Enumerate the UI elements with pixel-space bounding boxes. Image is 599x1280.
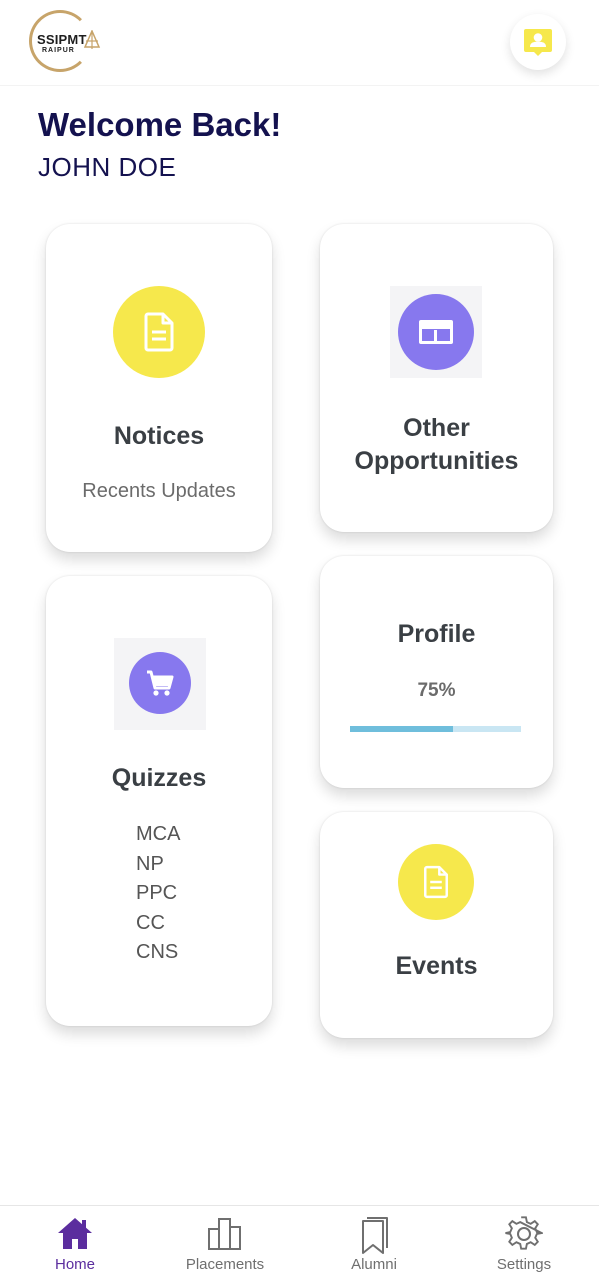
nav-item-placements[interactable]: Placements [150, 1206, 300, 1280]
quizzes-card[interactable]: Quizzes MCA NP PPC CC CNS [46, 576, 272, 1026]
nav-item-settings[interactable]: Settings [449, 1206, 599, 1280]
notices-icon-circle [113, 286, 205, 378]
opportunities-card[interactable]: Other Opportunities [320, 224, 553, 532]
nav-item-home[interactable]: Home [0, 1206, 150, 1280]
notices-card[interactable]: Notices Recents Updates [46, 224, 272, 552]
college-logo: SSIPMT RAIPUR [29, 10, 101, 72]
user-name: JOHN DOE [38, 152, 177, 182]
logo-city: RAIPUR [42, 47, 75, 54]
opportunities-title-line1: Other [403, 414, 470, 442]
quizzes-title: Quizzes [111, 764, 207, 792]
document-icon [144, 312, 174, 352]
nav-label-home: Home [54, 1256, 95, 1273]
welcome-heading: Welcome Back! [38, 106, 282, 143]
nav-label-settings: Settings [496, 1256, 552, 1273]
layout-grid-icon [419, 320, 453, 344]
events-title: Events [395, 952, 478, 980]
opportunities-title-line2: Opportunities [354, 447, 519, 475]
quizzes-icon-circle [129, 652, 191, 714]
shopping-cart-icon [147, 670, 174, 696]
gear-icon [505, 1216, 543, 1250]
profile-completion-label: 75% [417, 680, 456, 701]
quiz-item[interactable]: MCA [136, 820, 180, 850]
profile-card[interactable]: Profile 75% [320, 556, 553, 788]
document-icon [424, 865, 448, 899]
bookmark-icon [362, 1217, 388, 1254]
home-icon [58, 1218, 92, 1249]
profile-progress-bar [350, 726, 521, 732]
events-card[interactable]: Events [320, 812, 553, 1038]
profile-progress-fill [350, 726, 453, 732]
quiz-item[interactable]: CNS [136, 938, 180, 968]
quiz-item[interactable]: NP [136, 850, 180, 880]
bottom-navigation: Home Placements Alumni Settings [0, 1205, 599, 1280]
notices-title: Notices [113, 422, 205, 450]
quiz-item[interactable]: CC [136, 909, 180, 939]
top-app-bar: SSIPMT RAIPUR [0, 0, 599, 86]
contact-button[interactable] [510, 14, 566, 70]
quiz-item[interactable]: PPC [136, 879, 180, 909]
opportunities-icon-circle [398, 294, 474, 370]
logo-emblem-icon [83, 30, 101, 49]
quiz-list: MCA NP PPC CC CNS [136, 820, 180, 968]
profile-title: Profile [397, 620, 476, 648]
contact-card-icon [524, 29, 552, 56]
bar-chart-icon [208, 1218, 241, 1250]
opportunities-title: Other Opportunities [320, 412, 553, 478]
nav-label-alumni: Alumni [351, 1256, 397, 1273]
nav-label-placements: Placements [185, 1256, 265, 1273]
events-icon-circle [398, 844, 474, 920]
nav-item-alumni[interactable]: Alumni [299, 1206, 449, 1280]
notices-subtitle: Recents Updates [82, 480, 236, 502]
logo-name: SSIPMT [37, 32, 87, 47]
